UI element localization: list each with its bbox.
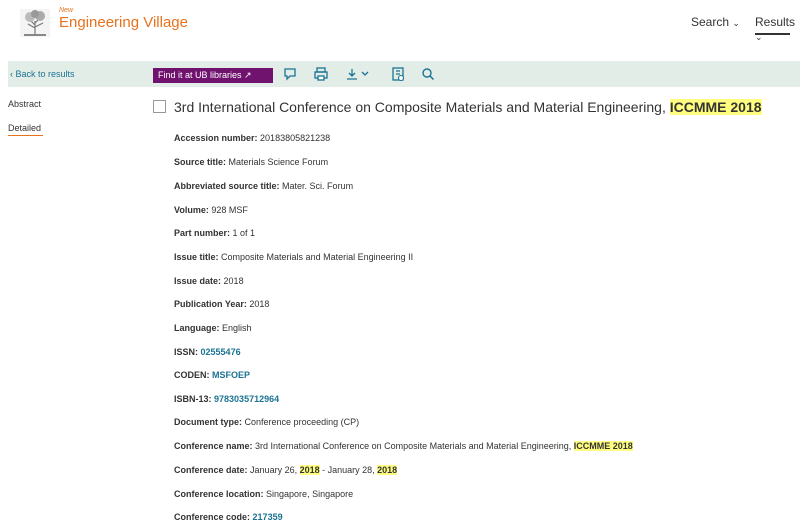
chevron-down-icon: ⌄ — [732, 18, 740, 28]
field-publication-year: Publication Year: 2018 — [174, 299, 269, 309]
header: New Engineering Village Search ⌄ Results… — [0, 0, 800, 60]
nav-results[interactable]: Results ⌄ — [755, 15, 800, 43]
field-label: Conference location: — [174, 489, 264, 499]
field-part-number: Part number: 1 of 1 — [174, 228, 255, 238]
elsevier-tree-logo-icon[interactable] — [20, 9, 50, 37]
field-issue-title: Issue title: Composite Materials and Mat… — [174, 252, 413, 262]
issn-link[interactable]: 02555476 — [201, 347, 241, 357]
field-value: January 26, — [250, 465, 300, 475]
field-value: English — [222, 323, 252, 333]
document-title: 3rd International Conference on Composit… — [174, 99, 762, 115]
field-label: Source title: — [174, 157, 227, 167]
select-record-checkbox[interactable] — [153, 100, 166, 113]
field-label: Conference name: — [174, 441, 253, 451]
field-label: CODEN: — [174, 370, 210, 380]
document-title-main: 3rd International Conference on Composit… — [174, 99, 670, 115]
field-language: Language: English — [174, 323, 252, 333]
field-label: Conference code: — [174, 512, 251, 522]
field-value: 928 MSF — [211, 205, 248, 215]
nav-results-label: Results — [755, 15, 796, 29]
field-value: Mater. Sci. Forum — [282, 181, 354, 191]
brand-new-label: New — [59, 7, 74, 14]
field-value: 1 of 1 — [232, 228, 256, 238]
field-label: Part number: — [174, 228, 231, 238]
conference-code-link[interactable]: 217359 — [253, 512, 283, 522]
coden-link[interactable]: MSFOEP — [212, 370, 250, 380]
field-label: Document type: — [174, 417, 243, 427]
back-label: Back to results — [15, 69, 75, 79]
field-label: Issue date: — [174, 276, 222, 286]
conference-year-highlight: 2018 — [299, 465, 320, 475]
search-icon[interactable] — [420, 66, 436, 82]
print-icon[interactable] — [313, 66, 329, 82]
nav-search[interactable]: Search ⌄ — [691, 15, 740, 29]
field-label: ISSN: — [174, 347, 199, 357]
field-isbn: ISBN-13: 9783035712964 — [174, 394, 279, 404]
document-title-highlight: ICCMME 2018 — [669, 99, 762, 115]
brand-name[interactable]: Engineering Village — [59, 14, 188, 31]
field-abbrev-source-title: Abbreviated source title: Mater. Sci. Fo… — [174, 181, 353, 191]
field-label: Accession number: — [174, 133, 258, 143]
conference-year-highlight: 2018 — [377, 465, 398, 475]
find-it-ub-button[interactable]: Find it at UB libraries ↗ — [153, 68, 273, 83]
field-label: Issue title: — [174, 252, 219, 262]
sidebar-detailed-underline — [8, 135, 43, 136]
field-conference-date: Conference date: January 26, 2018 - Janu… — [174, 465, 398, 475]
field-value: Singapore, Singapore — [266, 489, 354, 499]
field-value: Materials Science Forum — [228, 157, 329, 167]
bookmark-icon[interactable] — [390, 66, 406, 82]
field-conference-name: Conference name: 3rd International Confe… — [174, 441, 633, 451]
sidebar-item-detailed[interactable]: Detailed — [8, 123, 41, 133]
field-value: 2018 — [223, 276, 244, 286]
field-source-title: Source title: Materials Science Forum — [174, 157, 328, 167]
conference-name-highlight: ICCMME 2018 — [573, 441, 633, 451]
field-document-type: Document type: Conference proceeding (CP… — [174, 417, 359, 427]
field-value: 20183805821238 — [260, 133, 331, 143]
isbn-link[interactable]: 9783035712964 — [214, 394, 279, 404]
field-value: Composite Materials and Material Enginee… — [221, 252, 414, 262]
field-label: Publication Year: — [174, 299, 247, 309]
field-coden: CODEN: MSFOEP — [174, 370, 250, 380]
field-value: Conference proceeding (CP) — [244, 417, 360, 427]
field-issn: ISSN: 02555476 — [174, 347, 241, 357]
field-label: Abbreviated source title: — [174, 181, 280, 191]
field-value: 3rd International Conference on Composit… — [255, 441, 574, 451]
field-conference-location: Conference location: Singapore, Singapor… — [174, 489, 353, 499]
nav-search-label: Search — [691, 15, 730, 29]
back-to-results-link[interactable]: ‹ Back to results — [10, 69, 75, 79]
field-conference-code: Conference code: 217359 — [174, 512, 283, 522]
field-accession-number: Accession number: 20183805821238 — [174, 133, 330, 143]
field-label: Conference date: — [174, 465, 248, 475]
field-label: ISBN-13: — [174, 394, 212, 404]
field-label: Volume: — [174, 205, 209, 215]
field-label: Language: — [174, 323, 220, 333]
field-value: 2018 — [249, 299, 270, 309]
download-icon[interactable] — [345, 66, 375, 82]
field-value: - January 28, — [319, 465, 378, 475]
field-issue-date: Issue date: 2018 — [174, 276, 244, 286]
nav-results-underline — [755, 33, 790, 35]
field-volume: Volume: 928 MSF — [174, 205, 248, 215]
comment-icon[interactable] — [282, 66, 298, 82]
sidebar-item-abstract[interactable]: Abstract — [8, 99, 41, 109]
